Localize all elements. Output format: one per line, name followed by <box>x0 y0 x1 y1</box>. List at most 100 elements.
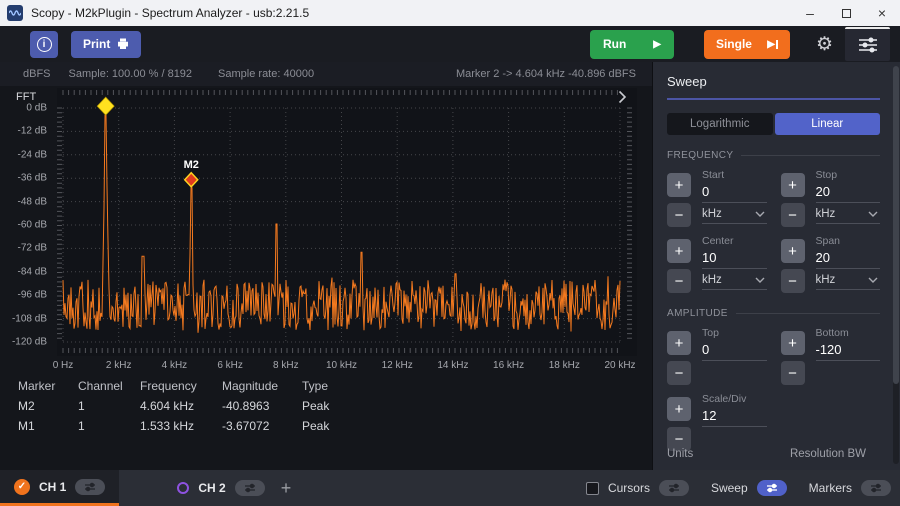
maximize-icon <box>842 9 851 18</box>
bottom-decrement-button[interactable]: − <box>781 361 805 385</box>
window-controls: – × <box>792 0 900 26</box>
center-frequency-control: + − Center 10 kHz <box>667 235 767 293</box>
channel-1-settings-button[interactable] <box>75 479 105 495</box>
center-unit-select[interactable]: kHz <box>702 269 767 290</box>
print-button[interactable]: Print <box>71 31 141 58</box>
sample-rate-readout: Sample rate: 40000 <box>218 68 314 80</box>
y-tick-label: -12 dB <box>18 126 47 137</box>
cursors-settings-button[interactable] <box>659 480 689 496</box>
stop-increment-button[interactable]: + <box>781 173 805 197</box>
menu-toggle-button[interactable] <box>845 27 890 61</box>
channel-2-settings-button[interactable] <box>235 480 265 496</box>
x-tick-label: 8 kHz <box>273 360 299 371</box>
gear-icon[interactable]: ⚙ <box>816 35 833 54</box>
panel-title: Sweep <box>667 74 880 89</box>
scale-div-increment-button[interactable]: + <box>667 397 691 421</box>
run-button[interactable]: Run ▶ <box>590 30 674 59</box>
single-button-label: Single <box>716 37 752 51</box>
channel-bar: ✓ CH 1 CH 2 + Cursors Sweep Markers <box>0 470 900 506</box>
single-shot-icon: ▶ <box>767 39 778 50</box>
info-button[interactable]: i <box>30 31 58 58</box>
y-tick-label: -84 dB <box>18 266 47 277</box>
sweep-settings-button[interactable] <box>757 480 787 496</box>
start-frequency-control: + − Start 0 kHz <box>667 169 767 227</box>
panel-scrollbar-thumb[interactable] <box>893 66 899 384</box>
scale-div-value-input[interactable]: 12 <box>702 405 767 427</box>
panel-title-rule <box>667 98 880 100</box>
chevron-down-icon <box>868 211 878 217</box>
x-tick-label: 0 Hz <box>53 360 74 371</box>
span-increment-button[interactable]: + <box>781 239 805 263</box>
x-tick-label: 16 kHz <box>493 360 524 371</box>
chevron-down-icon <box>868 277 878 283</box>
start-increment-button[interactable]: + <box>667 173 691 197</box>
frequency-controls: + − Start 0 kHz + − <box>667 169 880 293</box>
panel-bottom-labels: Units Resolution BW <box>667 448 866 460</box>
collapse-panel-chevron-icon[interactable] <box>618 90 630 104</box>
window-title: Scopy - M2kPlugin - Spectrum Analyzer - … <box>31 6 309 20</box>
marker-row-cell: 4.604 kHz <box>140 399 222 413</box>
marker-row-cell: M1 <box>18 419 78 433</box>
stop-unit-select[interactable]: kHz <box>816 203 881 224</box>
start-decrement-button[interactable]: − <box>667 203 691 227</box>
chevron-down-icon <box>755 211 765 217</box>
maximize-button[interactable] <box>828 0 864 26</box>
y-tick-label: -48 dB <box>18 196 47 207</box>
bottom-increment-button[interactable]: + <box>781 331 805 355</box>
channel-2-label: CH 2 <box>198 481 225 495</box>
channel-1-tab[interactable]: ✓ CH 1 <box>0 470 119 506</box>
run-button-label: Run <box>603 37 626 51</box>
fft-plot[interactable]: M2 <box>57 88 637 356</box>
top-amplitude-control: + − Top 0 <box>667 327 767 385</box>
minimize-button[interactable]: – <box>792 0 828 26</box>
logarithmic-button[interactable]: Logarithmic <box>667 113 773 135</box>
bottom-amplitude-control: + − Bottom -120 <box>781 327 881 385</box>
span-label: Span <box>816 235 881 247</box>
cursors-label: Cursors <box>608 481 650 495</box>
cursors-checkbox[interactable] <box>586 482 599 495</box>
marker-table-header: Type <box>302 379 362 393</box>
linear-button[interactable]: Linear <box>775 113 881 135</box>
center-value-input[interactable]: 10 <box>702 247 767 269</box>
marker-table-header: Marker <box>18 379 78 393</box>
bottom-value-input[interactable]: -120 <box>816 339 881 361</box>
top-decrement-button[interactable]: − <box>667 361 691 385</box>
start-unit-select[interactable]: kHz <box>702 203 767 224</box>
sweep-toggle-label: Sweep <box>711 481 748 495</box>
stop-value-input[interactable]: 20 <box>816 181 881 203</box>
title-bar: Scopy - M2kPlugin - Spectrum Analyzer - … <box>0 0 900 26</box>
marker-row-cell: M2 <box>18 399 78 413</box>
top-value-input[interactable]: 0 <box>702 339 767 361</box>
channel-2-tab[interactable]: CH 2 <box>177 480 264 496</box>
status-bar: dBFS Sample: 100.00 % / 8192 Sample rate… <box>0 62 652 86</box>
top-increment-button[interactable]: + <box>667 331 691 355</box>
marker-row-cell: 1 <box>78 399 140 413</box>
sliders-icon <box>666 483 682 493</box>
top-label: Top <box>702 327 767 339</box>
add-channel-button[interactable]: + <box>281 479 292 497</box>
marker-readout: Marker 2 -> 4.604 kHz -40.896 dBFS <box>456 68 636 80</box>
y-tick-label: -36 dB <box>18 173 47 184</box>
channel-2-disabled-icon[interactable] <box>177 482 189 494</box>
span-decrement-button[interactable]: − <box>781 269 805 293</box>
amplitude-section-header: AMPLITUDE <box>667 308 880 319</box>
print-button-label: Print <box>83 37 110 51</box>
x-tick-label: 4 kHz <box>162 360 188 371</box>
close-button[interactable]: × <box>864 0 900 26</box>
scopy-logo-icon <box>7 5 23 21</box>
start-value-input[interactable]: 0 <box>702 181 767 203</box>
center-increment-button[interactable]: + <box>667 239 691 263</box>
span-value-input[interactable]: 20 <box>816 247 881 269</box>
y-tick-label: -120 dB <box>12 337 47 348</box>
y-tick-label: -24 dB <box>18 149 47 160</box>
single-button[interactable]: Single ▶ <box>704 30 790 59</box>
markers-settings-button[interactable] <box>861 480 891 496</box>
stop-label: Stop <box>816 169 881 181</box>
stop-decrement-button[interactable]: − <box>781 203 805 227</box>
spectrum-chart-region: dBFS Sample: 100.00 % / 8192 Sample rate… <box>0 62 652 470</box>
channel-1-enabled-icon[interactable]: ✓ <box>14 479 30 495</box>
toolbar: i Print Run ▶ Single ▶ ⚙ <box>0 26 900 62</box>
panel-scrollbar[interactable] <box>893 66 899 464</box>
center-decrement-button[interactable]: − <box>667 269 691 293</box>
span-unit-select[interactable]: kHz <box>816 269 881 290</box>
